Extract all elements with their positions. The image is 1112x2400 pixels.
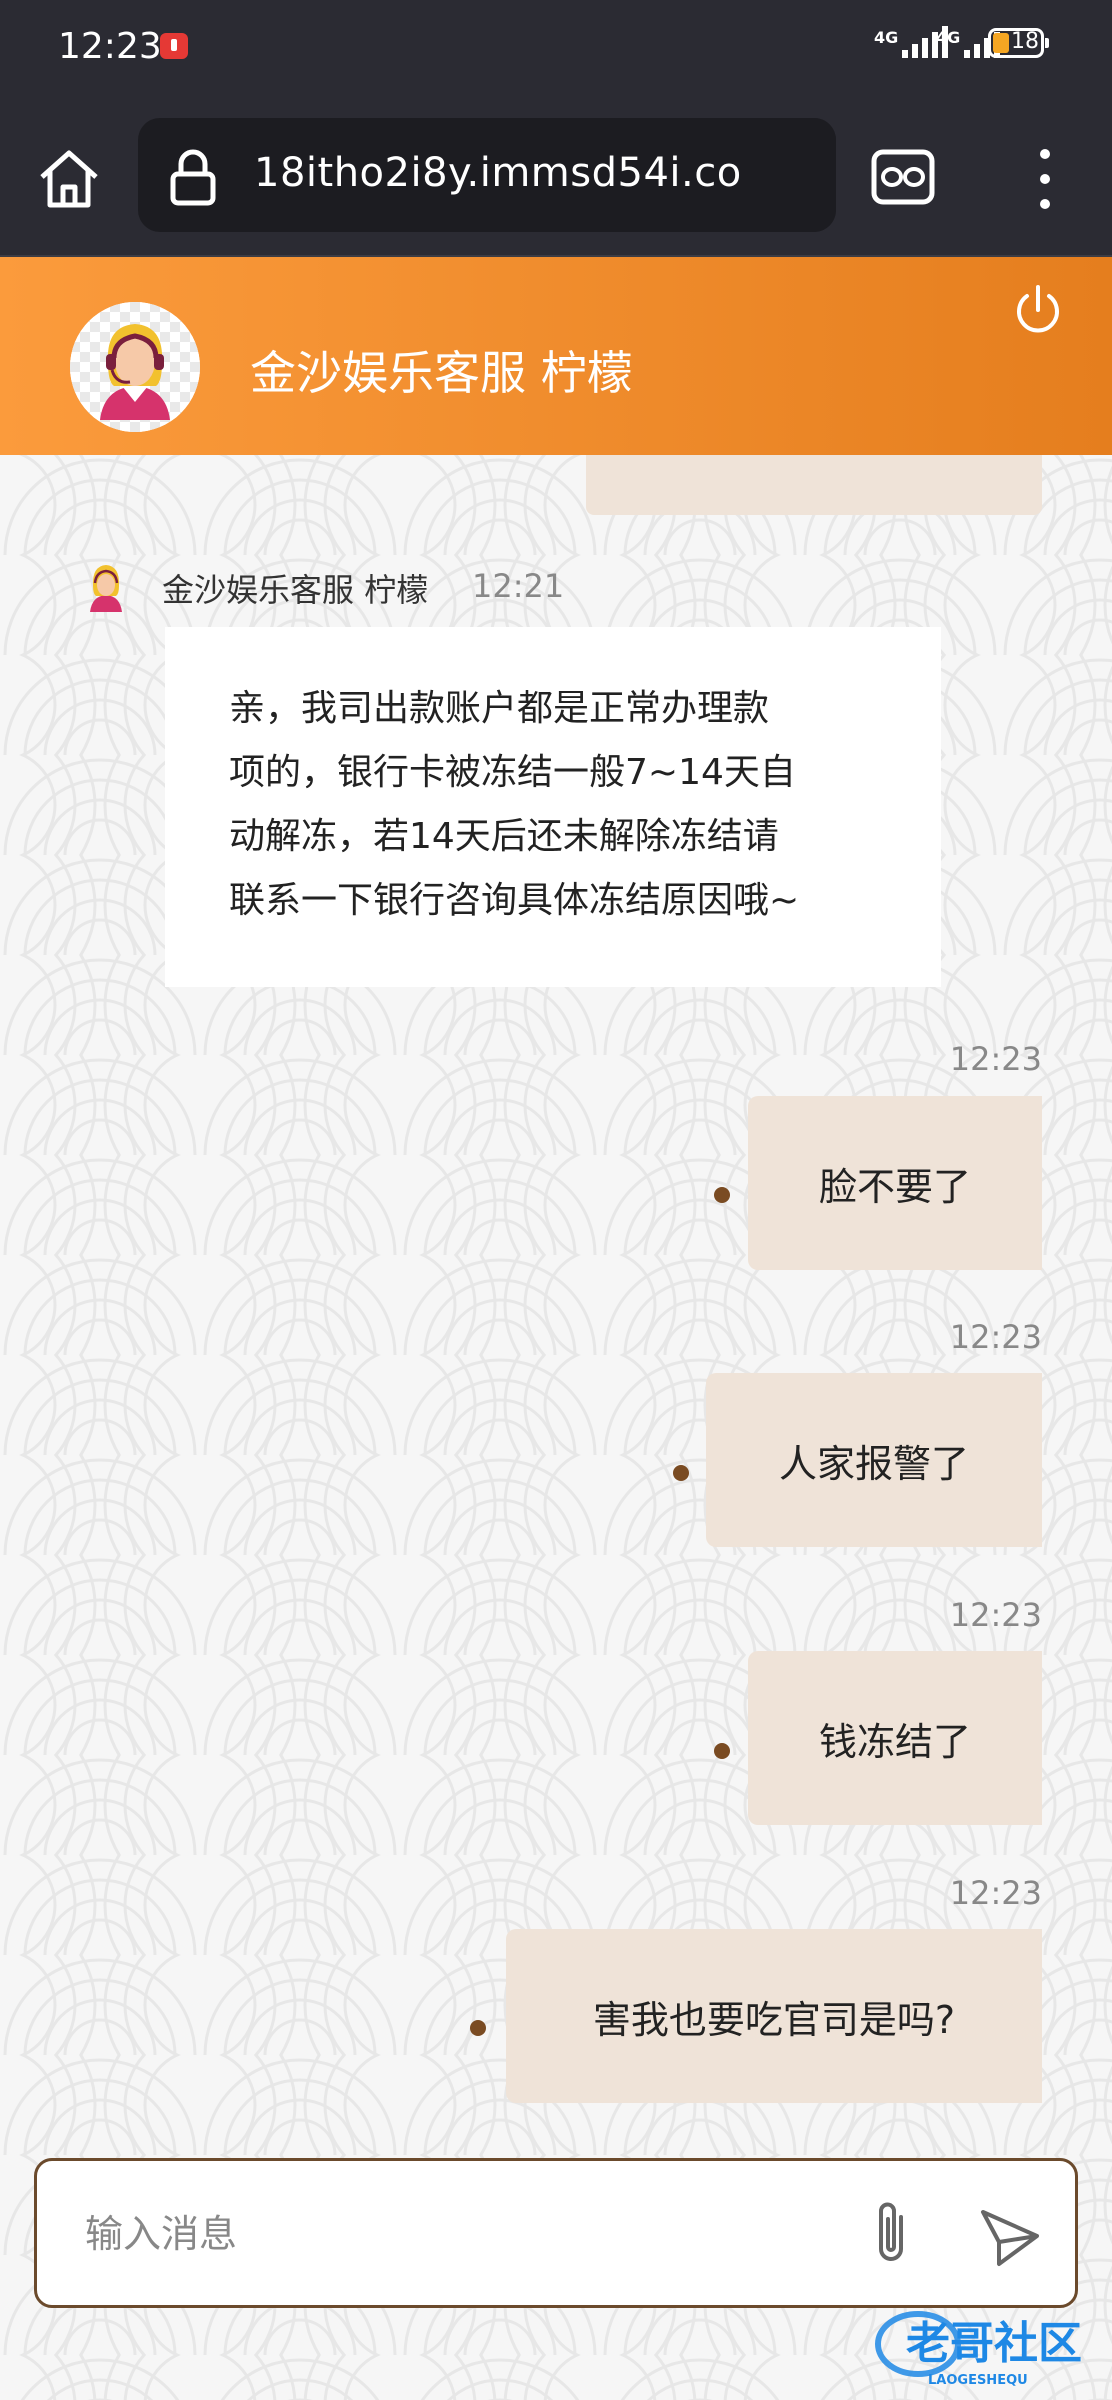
lock-icon [170,149,216,206]
agent-avatar [70,302,200,432]
browser-toolbar: 18itho2i8y.immsd54i.co [0,90,1112,257]
agent-message-time: 12:21 [472,567,565,605]
send-icon[interactable] [977,2206,1043,2268]
message-list: 金沙娱乐客服 柠檬 12:21 亲，我司出款账户都是正常办理款 项的，银行卡被冻… [0,455,1112,2155]
user-message-bubble: 钱冻结了 [748,1651,1042,1825]
watermark-subtext: LAOGESHEQU [928,2373,1028,2388]
message-composer [34,2158,1078,2308]
sim1-network-type: 4G [874,28,899,47]
sim2-network-type: 4G [936,28,961,47]
battery-level: 18 [1011,29,1039,54]
user-message-bubble: 害我也要吃官司是吗? [506,1929,1042,2103]
agent-avatar-small [90,565,122,612]
status-bar: 12:23 4G 4G 18 [0,0,1112,90]
agent-message-line: 联系一下银行咨询具体冻结原因哦~ [229,880,800,921]
previous-message-bubble [586,455,1042,515]
agent-message-line: 项的，银行卡被冻结一般7~14天自 [229,752,796,793]
agent-name: 金沙娱乐客服 柠檬 [162,571,429,609]
user-message-time: 12:23 [949,1040,1042,1078]
watermark-logo: 老哥社区 LAOGESHEQU [870,2300,1100,2390]
chat-header: 金沙娱乐客服 柠檬 [0,257,1112,455]
tab-switcher-icon[interactable] [870,148,936,206]
agent-message-line: 亲，我司出款账户都是正常办理款 [229,688,770,729]
watermark-text: 老哥社区 [906,2318,1082,2369]
more-menu-icon[interactable] [1030,146,1060,212]
read-status-dot [714,1743,730,1759]
read-status-dot [470,2020,486,2036]
notification-icon [160,33,188,59]
user-message-time: 12:23 [949,1596,1042,1634]
user-message-time: 12:23 [949,1318,1042,1356]
address-bar[interactable]: 18itho2i8y.immsd54i.co [138,118,836,232]
chat-title: 金沙娱乐客服 柠檬 [250,346,633,400]
user-message-bubble: 脸不要了 [748,1096,1042,1270]
attachment-icon[interactable] [863,2199,923,2269]
battery-icon: 18 [988,28,1049,58]
message-input[interactable] [83,2201,847,2267]
read-status-dot [714,1187,730,1203]
user-message-time: 12:23 [949,1874,1042,1912]
agent-message-line: 动解冻，若14天后还未解除冻结请 [229,816,779,857]
agent-message-bubble: 亲，我司出款账户都是正常办理款 项的，银行卡被冻结一般7~14天自 动解冻，若1… [165,627,941,987]
power-icon[interactable] [1010,282,1066,338]
read-status-dot [673,1465,689,1481]
home-icon[interactable] [34,143,104,213]
clock: 12:23 [58,26,162,67]
user-message-bubble: 人家报警了 [706,1373,1042,1547]
